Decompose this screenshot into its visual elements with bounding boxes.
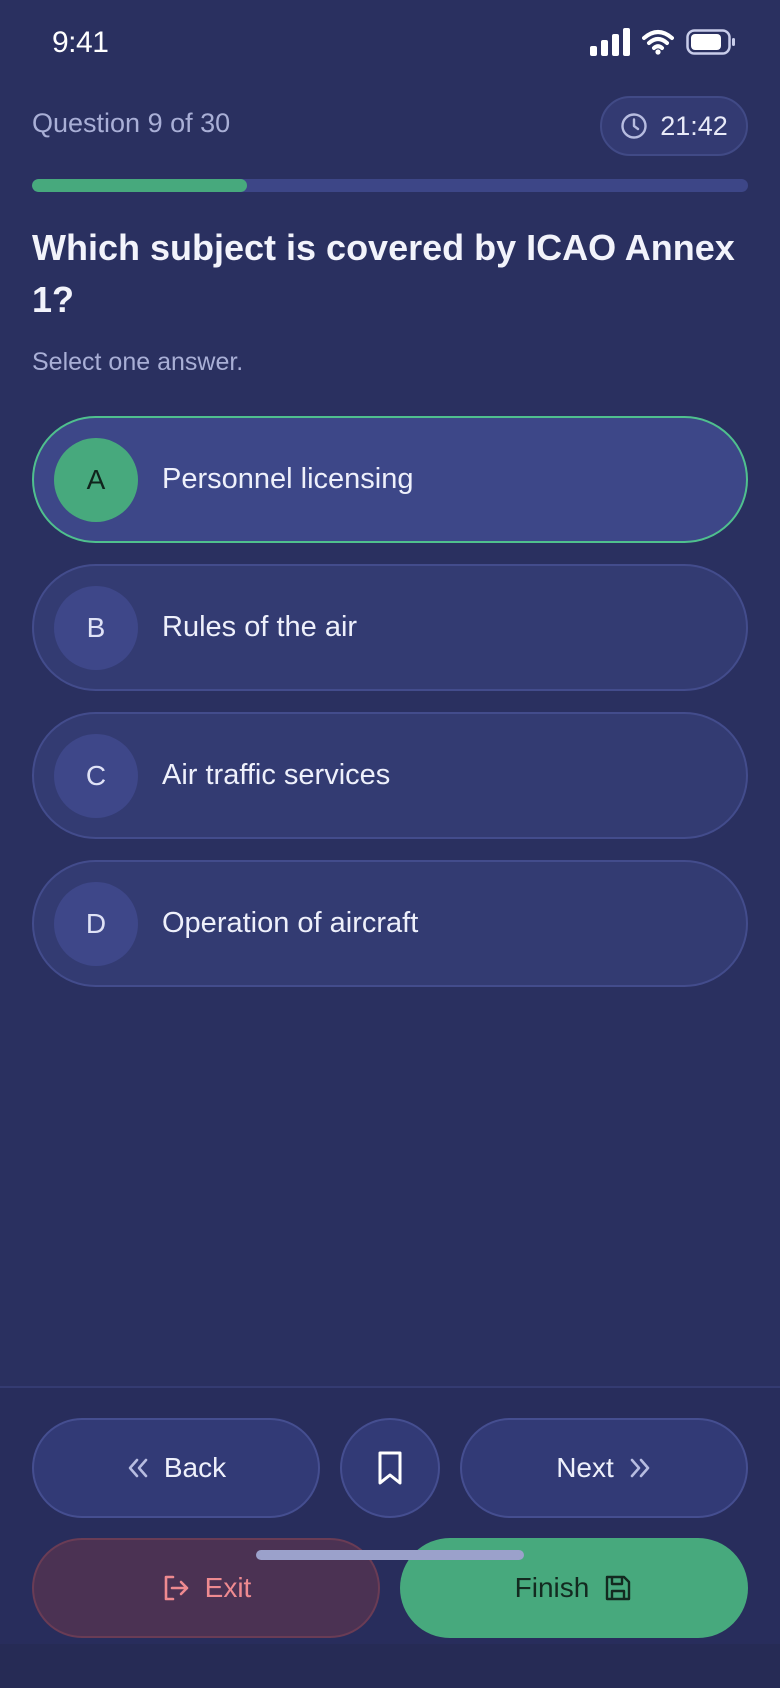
status-bar: 9:41: [0, 0, 780, 88]
next-button[interactable]: Next: [460, 1418, 748, 1518]
save-icon: [606, 1575, 631, 1601]
clock-icon: [621, 113, 647, 139]
battery-icon: [686, 29, 735, 55]
back-label: Back: [163, 1452, 227, 1483]
question-text: Which subject is covered by ICAO Annex 1…: [32, 227, 735, 320]
option-b[interactable]: B Rules of the air: [32, 564, 748, 691]
option-letter: B: [54, 585, 138, 670]
bookmark-button[interactable]: [340, 1418, 440, 1518]
timer-pill: 21:42: [600, 96, 748, 156]
wifi-icon: [642, 30, 674, 55]
option-c[interactable]: C Air traffic services: [32, 712, 748, 839]
next-label: Next: [556, 1452, 614, 1483]
option-text: Rules of the air: [162, 611, 358, 643]
double-chevron-right-icon: [630, 1458, 650, 1478]
bottom-action-bar: Back Next Exit Finish: [0, 1386, 780, 1688]
quiz-screen: 9:41 Question 9 of 30 21:42 Which subjec…: [0, 0, 780, 1688]
answer-options: A Personnel licensing B Rules of the air…: [32, 416, 748, 987]
signal-icon: [590, 28, 630, 56]
back-button[interactable]: Back: [32, 1418, 320, 1518]
question-instruction: Select one answer.: [32, 348, 244, 376]
double-chevron-left-icon: [128, 1458, 148, 1478]
timer-text: 21:42: [660, 110, 728, 141]
option-letter: C: [54, 733, 138, 818]
option-text: Air traffic services: [162, 759, 391, 791]
question-counter: Question 9 of 30: [32, 108, 231, 138]
option-text: Operation of aircraft: [162, 907, 419, 939]
home-strip: [0, 1644, 780, 1688]
finish-label: Finish: [514, 1572, 590, 1603]
logout-icon: [164, 1575, 188, 1601]
status-time: 9:41: [52, 26, 109, 59]
option-text: Personnel licensing: [162, 463, 414, 495]
option-letter: A: [54, 437, 138, 522]
home-indicator[interactable]: [256, 1550, 524, 1560]
bookmark-icon: [378, 1451, 402, 1485]
option-d[interactable]: D Operation of aircraft: [32, 860, 748, 987]
status-icons: [590, 28, 736, 56]
option-a[interactable]: A Personnel licensing: [32, 416, 748, 543]
progress-fill: [32, 179, 247, 192]
exit-label: Exit: [204, 1572, 252, 1603]
progress-bar: [32, 179, 748, 192]
option-letter: D: [54, 881, 138, 966]
